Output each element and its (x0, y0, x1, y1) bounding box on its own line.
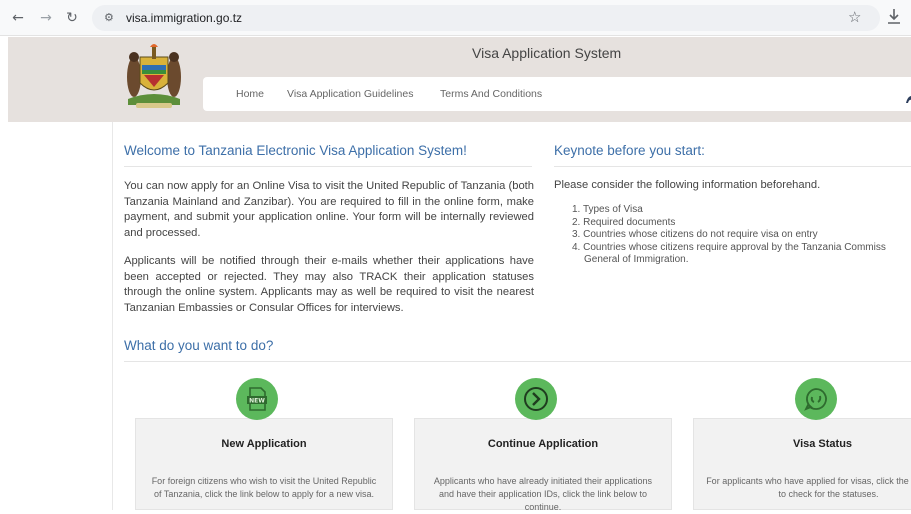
new-document-icon: NEW (247, 387, 267, 411)
download-icon[interactable] (886, 7, 902, 27)
nav-home[interactable]: Home (236, 88, 264, 100)
continue-application-badge[interactable] (515, 378, 557, 420)
partial-flag-icon (906, 96, 911, 103)
continue-application-title: Continue Application (487, 438, 599, 450)
keynote-intro: Please consider the following informatio… (554, 179, 821, 191)
back-arrow-icon[interactable]: ← (8, 8, 28, 28)
reload-icon[interactable]: ↻ (62, 8, 82, 28)
bookmark-star-icon[interactable]: ☆ (848, 8, 861, 26)
continue-application-card[interactable]: Continue Application Applicants who have… (414, 418, 672, 512)
keynote-item-approval-countries[interactable]: 4. Countries whose citizens require appr… (572, 242, 886, 255)
new-application-title: New Application (221, 438, 307, 450)
site-settings-icon[interactable]: ⚙ (104, 11, 118, 25)
coat-of-arms-logo (127, 44, 181, 108)
site-header: Visa Application System Home Visa Applic… (8, 37, 911, 122)
visa-status-badge[interactable] (795, 378, 837, 420)
keynote-list: 1. Types of Visa 2. Required documents 3… (572, 204, 886, 267)
nav-terms[interactable]: Terms And Conditions (440, 88, 542, 100)
welcome-title: Welcome to Tanzania Electronic Visa Appl… (124, 143, 467, 158)
main-nav: Home Visa Application Guidelines Terms A… (203, 77, 911, 111)
continue-arrow-icon (524, 387, 548, 411)
new-application-badge[interactable]: NEW (236, 378, 278, 420)
visa-status-text: For applicants who have applied for visa… (706, 476, 911, 499)
keynote-item-visa-types[interactable]: 1. Types of Visa (572, 204, 886, 217)
new-application-text: For foreign citizens who wish to visit t… (151, 476, 377, 499)
status-chat-icon (804, 388, 827, 411)
actions-title: What do you want to do? (124, 338, 274, 353)
system-title: Visa Application System (472, 45, 622, 61)
welcome-paragraph-1: You can now apply for an Online Visa to … (124, 180, 534, 239)
nav-visa-guidelines[interactable]: Visa Application Guidelines (287, 88, 413, 100)
keynote-title: Keynote before you start: (554, 143, 705, 158)
welcome-paragraph-2: Applicants will be notified through thei… (124, 255, 534, 314)
browser-toolbar: ← → ↻ ⚙ visa.immigration.go.tz ☆ (0, 0, 911, 36)
continue-application-text: Applicants who have already initiated th… (433, 476, 653, 512)
welcome-divider (124, 166, 532, 167)
keynote-item-visa-exempt-countries[interactable]: 3. Countries whose citizens do not requi… (572, 229, 886, 242)
actions-divider (124, 361, 911, 362)
visa-status-card[interactable]: Visa Status For applicants who have appl… (693, 418, 911, 510)
svg-text:NEW: NEW (249, 398, 265, 405)
visa-status-title: Visa Status (792, 438, 853, 450)
new-application-card[interactable]: New Application For foreign citizens who… (135, 418, 393, 510)
keynote-divider (554, 166, 911, 167)
keynote-item-required-documents[interactable]: 2. Required documents (572, 217, 886, 230)
forward-arrow-icon[interactable]: → (36, 8, 56, 28)
address-bar[interactable]: ⚙ visa.immigration.go.tz (92, 5, 880, 31)
keynote-item-approval-countries-cont: General of Immigration. (584, 254, 689, 265)
url-text[interactable]: visa.immigration.go.tz (126, 11, 242, 25)
content-left-border (112, 122, 113, 510)
